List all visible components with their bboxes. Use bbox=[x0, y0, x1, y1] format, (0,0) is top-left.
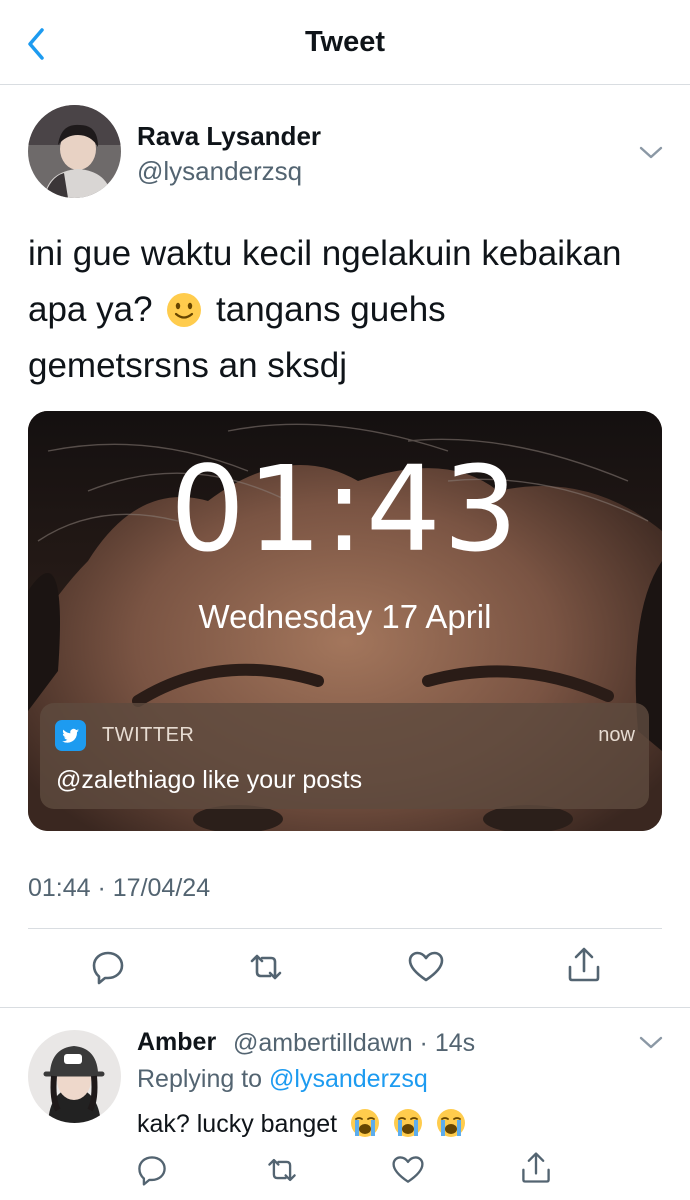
loudly-crying-face-icon bbox=[394, 1109, 423, 1137]
tweet-text-line: gemetsrsns an sksdj bbox=[28, 346, 348, 385]
notification-app-name: TWITTER bbox=[102, 724, 195, 746]
author-avatar[interactable] bbox=[28, 105, 121, 198]
chevron-down-icon bbox=[639, 146, 663, 159]
nav-bar: Tweet bbox=[0, 0, 690, 85]
crying-face-emoji-group bbox=[344, 1109, 466, 1138]
divider bbox=[0, 1007, 690, 1008]
lockscreen-time: 01:43 bbox=[169, 440, 521, 578]
retweet-icon bbox=[268, 1158, 296, 1182]
share-icon bbox=[568, 947, 600, 982]
reply-like-button[interactable] bbox=[390, 1152, 426, 1188]
author-handle[interactable]: @lysanderzsq bbox=[137, 156, 302, 187]
reply-more-options-button[interactable] bbox=[638, 1034, 664, 1052]
reply-reply-button[interactable] bbox=[134, 1152, 170, 1188]
replying-to: Replying to @lysanderzsq bbox=[137, 1065, 428, 1094]
heart-icon bbox=[392, 1156, 424, 1183]
loudly-crying-face-icon bbox=[436, 1109, 465, 1137]
reply-avatar[interactable] bbox=[28, 1030, 121, 1123]
retweet-button[interactable] bbox=[246, 947, 286, 987]
reply-icon bbox=[92, 951, 124, 985]
lockscreen-date: Wednesday 17 April bbox=[198, 598, 492, 635]
share-button[interactable] bbox=[564, 945, 604, 985]
slightly-smiling-face-icon bbox=[167, 293, 202, 327]
reply-text: kak? lucky banget bbox=[137, 1108, 466, 1139]
share-icon bbox=[522, 1152, 550, 1183]
notification-card: TWITTER now @zalethiago like your posts bbox=[40, 703, 649, 809]
tweet-text-line: apa ya? tangans guehs bbox=[28, 290, 446, 329]
reply-author-handle[interactable]: @ambertilldawn · 14s bbox=[233, 1029, 475, 1058]
twitter-app-icon bbox=[55, 720, 86, 751]
reply-icon bbox=[138, 1156, 166, 1186]
reply-text-body: kak? lucky banget bbox=[137, 1110, 338, 1138]
divider bbox=[28, 928, 662, 929]
page-title: Tweet bbox=[304, 26, 386, 58]
reply-button[interactable] bbox=[88, 947, 128, 987]
replying-to-label: Replying to bbox=[137, 1065, 263, 1093]
author-name[interactable]: Rava Lysander bbox=[137, 121, 321, 152]
reply-share-button[interactable] bbox=[518, 1150, 554, 1186]
notification-time: now bbox=[598, 724, 635, 746]
tweet-text-line: ini gue waktu kecil ngelakuin kebaikan bbox=[28, 234, 622, 273]
retweet-icon bbox=[250, 954, 282, 980]
more-options-button[interactable] bbox=[638, 144, 664, 162]
reply-retweet-button[interactable] bbox=[264, 1152, 300, 1188]
like-button[interactable] bbox=[406, 947, 446, 987]
chevron-down-icon bbox=[639, 1036, 663, 1049]
tweet-timestamp: 01:44 · 17/04/24 bbox=[28, 874, 211, 902]
heart-icon bbox=[408, 951, 444, 982]
replying-to-handle-link[interactable]: @lysanderzsq bbox=[269, 1065, 428, 1093]
loudly-crying-face-icon bbox=[351, 1109, 380, 1137]
reply-author-name[interactable]: Amber bbox=[137, 1028, 216, 1057]
tweet-text: ini gue waktu kecil ngelakuin kebaikan a… bbox=[28, 226, 668, 394]
notification-body: @zalethiago like your posts bbox=[56, 766, 363, 794]
